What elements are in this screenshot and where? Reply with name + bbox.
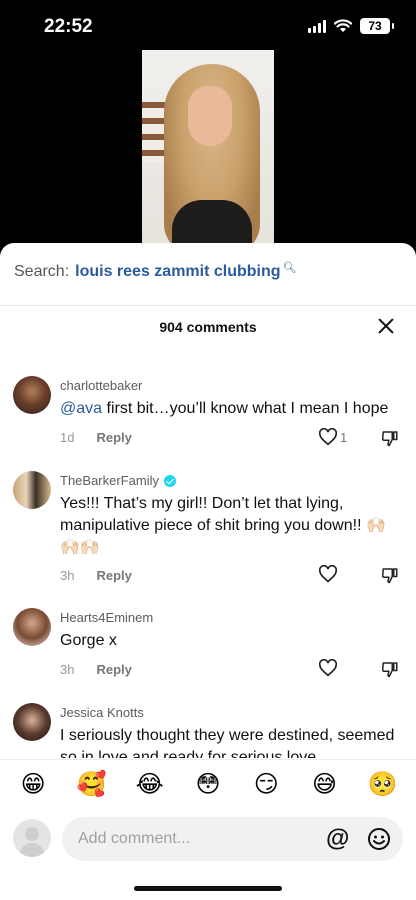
avatar-shoulders (19, 843, 45, 857)
heart-icon (318, 659, 338, 677)
emoji-flushed-button[interactable]: 😳 (188, 770, 228, 799)
home-indicator (134, 886, 282, 891)
like-button[interactable] (318, 565, 338, 583)
avatar-head (25, 827, 39, 841)
comment-username[interactable]: TheBarkerFamily (60, 473, 176, 488)
avatar[interactable] (13, 471, 51, 509)
avatar[interactable] (13, 376, 51, 414)
reply-button[interactable]: Reply (96, 662, 131, 677)
emoji-grin-button[interactable]: 😁 (13, 770, 53, 799)
heart-icon (318, 428, 338, 446)
avatar[interactable] (13, 703, 51, 741)
comments-sheet: Search: louis rees zammit clubbing 🔍︎ 90… (0, 243, 416, 900)
comments-list[interactable]: charlottebaker @ava first bit…you’ll kno… (0, 343, 416, 758)
divider (0, 305, 416, 306)
comment-username[interactable]: Hearts4Eminem (60, 610, 153, 625)
emoji-joy-button[interactable]: 😂 (130, 770, 170, 799)
emoji-hearts-button[interactable]: 🥰 (71, 770, 111, 799)
comment-username[interactable]: charlottebaker (60, 378, 142, 393)
mention-at-icon[interactable]: @ (326, 826, 349, 852)
emoji-quick-bar: 😁 🥰 😂 😳 😏 😅 🥺 (0, 759, 416, 809)
comment-time: 1d (60, 430, 75, 445)
comment-input-row: @ (0, 813, 416, 873)
status-icons: 73 (308, 18, 394, 34)
thumbs-down-icon[interactable] (381, 660, 399, 678)
like-button[interactable] (318, 659, 338, 677)
verified-badge-icon (163, 474, 176, 487)
emoji-sweat-smile-button[interactable]: 😅 (305, 770, 345, 799)
search-query-link[interactable]: louis rees zammit clubbing (75, 263, 280, 281)
thumbs-down-icon[interactable] (381, 566, 399, 584)
thumbs-down-icon[interactable] (381, 429, 399, 447)
search-icon: 🔍︎ (282, 261, 297, 274)
comment-mention[interactable]: @ava (60, 400, 102, 417)
comment-text: @ava first bit…you’ll know what I mean I… (60, 400, 389, 417)
emoji-pleading-button[interactable]: 🥺 (363, 770, 403, 799)
video-subject-face (188, 86, 232, 146)
comment-meta: 1d Reply (60, 430, 132, 445)
close-icon[interactable] (376, 316, 396, 336)
avatar[interactable] (13, 608, 51, 646)
wifi-icon (334, 19, 352, 32)
comment-meta: 3h Reply (60, 568, 132, 583)
comment-input[interactable] (62, 817, 403, 861)
status-bar: 22:52 73 (0, 0, 416, 50)
comment-text: Gorge x (60, 632, 117, 649)
battery-icon: 73 (360, 18, 394, 34)
comment-text: Yes!!! That’s my girl!! Don’t let that l… (60, 495, 386, 556)
comment-time: 3h (60, 568, 75, 583)
video-subject-body (172, 200, 252, 244)
status-time: 22:52 (44, 16, 93, 37)
emoji-picker-icon[interactable] (367, 827, 391, 851)
like-count: 1 (340, 429, 348, 445)
user-avatar[interactable] (13, 819, 51, 857)
video-preview[interactable] (142, 50, 274, 244)
comment-username[interactable]: Jessica Knotts (60, 705, 144, 720)
comment-text: I seriously thought they were destined, … (60, 727, 395, 758)
emoji-smirk-button[interactable]: 😏 (246, 770, 286, 799)
comment-meta: 3h Reply (60, 662, 132, 677)
comment-time: 3h (60, 662, 75, 677)
cellular-signal-icon (308, 19, 326, 33)
reply-button[interactable]: Reply (96, 430, 131, 445)
search-label: Search: (14, 263, 70, 280)
search-suggestion[interactable]: Search: louis rees zammit clubbing 🔍︎ (14, 261, 297, 281)
reply-button[interactable]: Reply (96, 568, 131, 583)
comments-count: 904 comments (159, 319, 257, 335)
like-button[interactable]: 1 (318, 428, 347, 446)
heart-icon (318, 565, 338, 583)
